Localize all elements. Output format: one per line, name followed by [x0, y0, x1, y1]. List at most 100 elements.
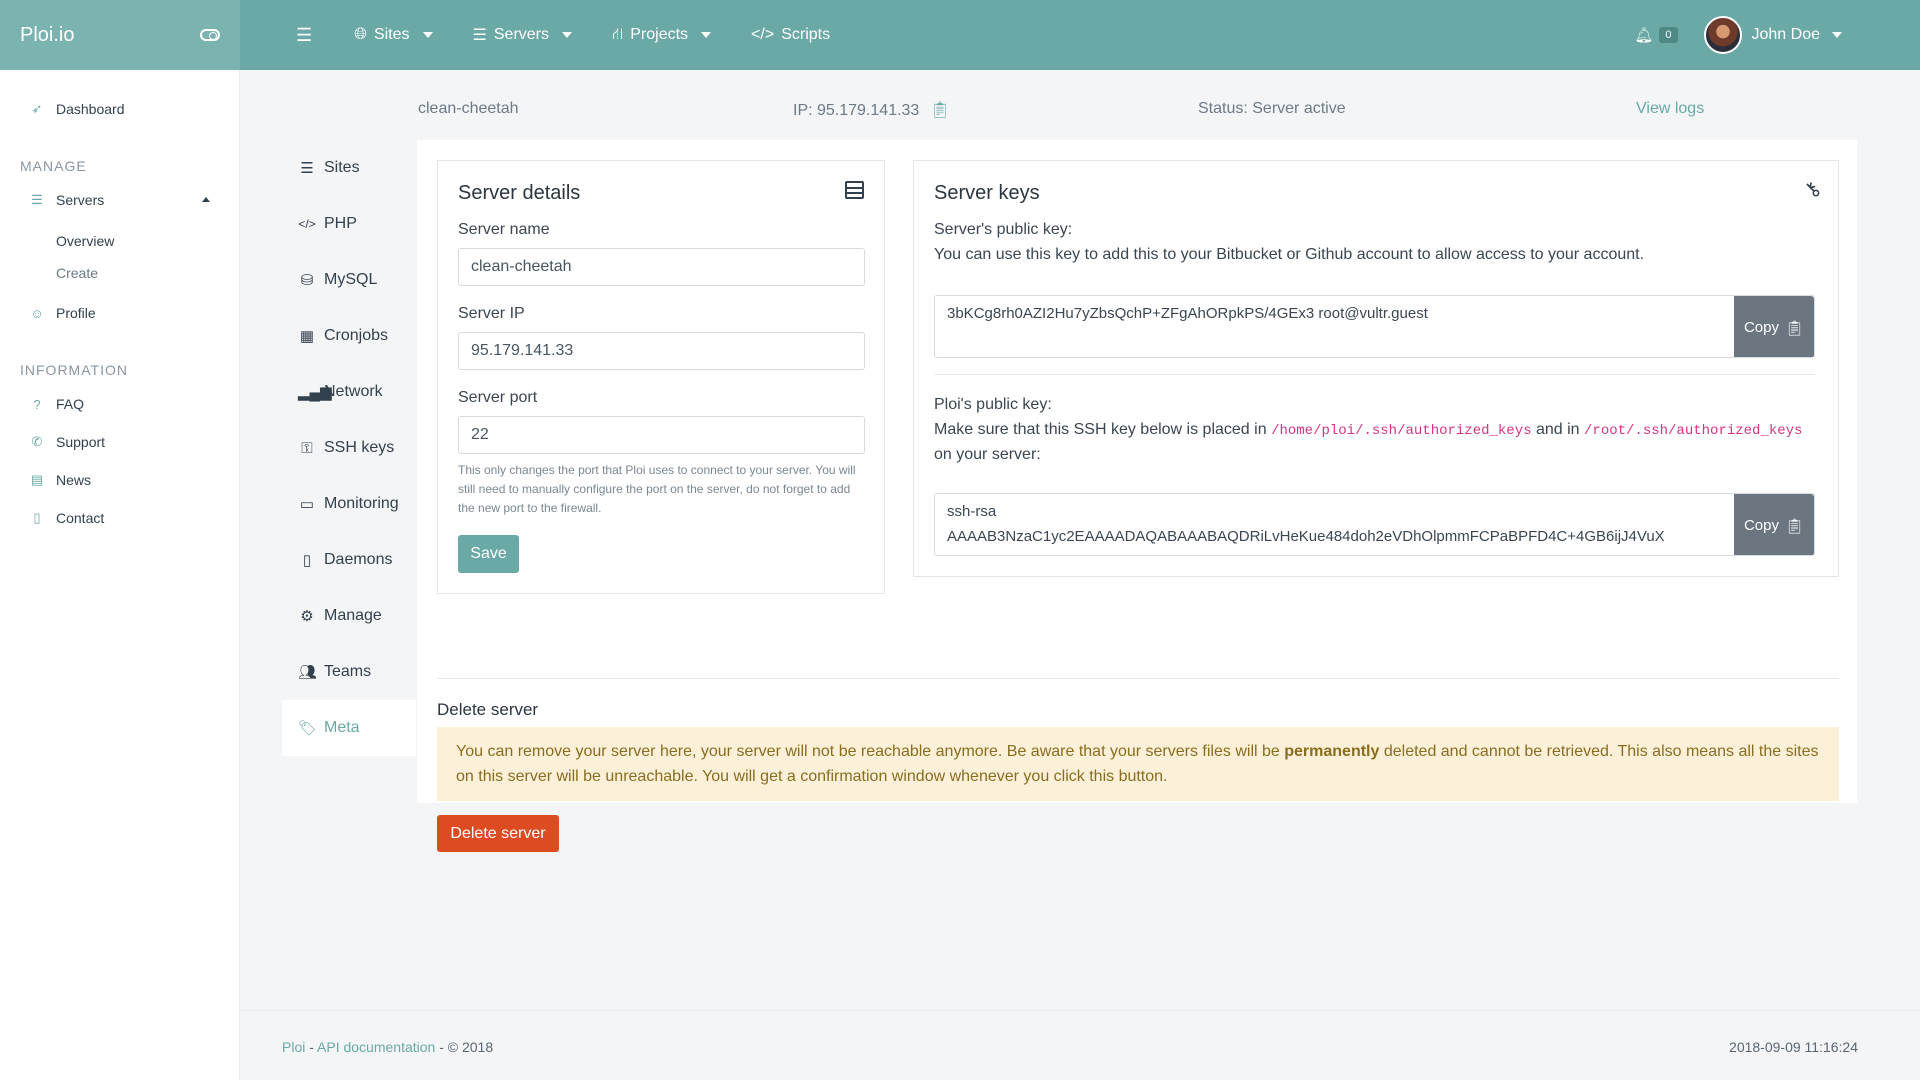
sidebar-item-servers[interactable]: ☰ Servers — [30, 189, 210, 211]
left-sidebar: ➶ Dashboard MANAGE ☰ Servers Overview Cr… — [0, 70, 240, 1080]
footer-separator: - — [305, 1039, 318, 1055]
globe-icon: 🌐︎ — [354, 26, 367, 43]
server-port-label: Server port — [458, 389, 538, 406]
sitemap-icon: ⛙ — [612, 26, 624, 43]
server-public-key-text: 3bKCg8rh0AZI2Hu7yZbsQchP+ZFgAhORpkPS/4GE… — [947, 305, 1428, 322]
code-icon: </> — [751, 26, 775, 43]
clipboard-icon[interactable]: 📋︎ — [930, 102, 950, 119]
server-info-bar: clean-cheetah IP: 95.179.141.33 📋︎ Statu… — [240, 100, 1920, 122]
gear-icon: ⚙ — [300, 608, 314, 625]
brand-logo[interactable]: Ploi.io — [20, 24, 74, 47]
tag-icon: 🏷︎ — [298, 720, 318, 737]
ploi-public-key-label: Ploi's public key: — [934, 396, 1052, 413]
nav-servers[interactable]: ☰ Servers — [473, 25, 572, 45]
hamburger-menu-icon[interactable]: ☰ — [296, 25, 312, 46]
subnav-ssh-keys[interactable]: ⚿ SSH keys — [282, 420, 416, 476]
view-logs-link[interactable]: View logs — [1636, 100, 1704, 118]
server-ip-input[interactable]: 95.179.141.33 — [458, 332, 865, 370]
notification-count-badge: 0 — [1659, 27, 1678, 43]
server-public-key-label: Server's public key: — [934, 221, 1073, 238]
sidebar-item-profile[interactable]: ☺ Profile — [30, 302, 96, 324]
subnav-network[interactable]: ▂▄▆ Network — [282, 364, 416, 420]
nav-scripts[interactable]: </> Scripts — [751, 26, 830, 44]
subnav-monitoring[interactable]: ▭ Monitoring — [282, 476, 416, 532]
copyright-text: - © 2018 — [435, 1039, 494, 1055]
divider — [437, 678, 1839, 679]
sidebar-item-faq[interactable]: ? FAQ — [30, 393, 84, 415]
save-button[interactable]: Save — [458, 535, 519, 573]
api-documentation-link[interactable]: API documentation — [317, 1039, 435, 1055]
nav-sites-label: Sites — [373, 26, 410, 43]
phone-icon: ✆ — [31, 434, 43, 449]
server-name-label: Server name — [458, 221, 550, 238]
clipboard-icon: 📋︎ — [1784, 319, 1805, 337]
subnav-sites[interactable]: ☰ Sites — [282, 140, 416, 196]
ploi-desc-text: and in — [1535, 421, 1580, 438]
contact-icon: ▯ — [33, 510, 41, 525]
ploi-link[interactable]: Ploi — [282, 1039, 305, 1055]
ploi-key-line-2: AAAAB3NzaC1yc2EAAAADAQABAAABAQDRiLvHeKue… — [947, 528, 1665, 545]
subnav-manage[interactable]: ⚙ Manage — [282, 588, 416, 644]
subnav-daemons[interactable]: ▯ Daemons — [282, 532, 416, 588]
sidebar-item-news[interactable]: ▤ News — [30, 469, 91, 491]
server-name-input[interactable]: clean-cheetah — [458, 248, 865, 286]
chevron-down-icon[interactable] — [1832, 32, 1842, 38]
server-port-input[interactable]: 22 — [458, 416, 865, 454]
footer: Ploi - API documentation - © 2018 2018-0… — [240, 1010, 1920, 1080]
server-keys-card: Server keys ⚷ Server's public key: You c… — [913, 160, 1839, 577]
section-heading-information: INFORMATION — [20, 362, 128, 378]
sidebar-item-label: Profile — [56, 305, 96, 321]
server-details-card: Server details Server name clean-cheetah… — [437, 160, 885, 594]
meta-panel: Server details Server name clean-cheetah… — [417, 140, 1857, 852]
divider — [934, 374, 1815, 375]
subnav-label: Network — [324, 383, 383, 400]
ploi-desc-text: Make sure that this SSH key below is pla… — [934, 421, 1267, 438]
server-icon — [845, 181, 864, 199]
key-icon: ⚿ — [301, 439, 313, 457]
server-status-text: Status: Server active — [1198, 100, 1346, 117]
subnav-label: Teams — [324, 663, 372, 680]
caret-down-icon — [422, 32, 433, 38]
mobile-icon: ▯ — [302, 552, 312, 569]
main-nav: ☰ 🌐︎ Sites ☰ Servers ⛙ Projects </> Scri… — [296, 25, 870, 46]
alert-emphasis: permanently — [1284, 743, 1380, 760]
desktop-icon: ▭ — [299, 496, 315, 513]
sidebar-subitem-create[interactable]: Create — [56, 262, 98, 284]
nav-sites[interactable]: 🌐︎ Sites — [354, 26, 433, 44]
clipboard-icon: 📋︎ — [1784, 517, 1805, 535]
subnav-label: Daemons — [324, 551, 393, 568]
copy-server-key-button[interactable]: Copy 📋︎ — [1734, 296, 1814, 357]
delete-warning-alert: You can remove your server here, your se… — [437, 727, 1839, 801]
copy-ploi-key-button[interactable]: Copy 📋︎ — [1734, 494, 1814, 555]
list-icon: ☰ — [300, 160, 314, 177]
nav-scripts-label: Scripts — [781, 26, 831, 43]
ploi-public-key-box[interactable]: ssh-rsa AAAAB3NzaC1yc2EAAAADAQABAAABAQDR… — [934, 493, 1815, 556]
sidebar-item-dashboard[interactable]: ➶ Dashboard — [30, 98, 125, 120]
sidebar-subitem-overview[interactable]: Overview — [56, 230, 114, 252]
sidebar-item-contact[interactable]: ▯ Contact — [30, 507, 104, 529]
subnav-cronjobs[interactable]: ▦ Cronjobs — [282, 308, 416, 364]
server-public-key-box[interactable]: ssh-rsa AAAAB3NzaC1yc2EAAAADAQABAAABAQ 3… — [934, 295, 1815, 358]
subnav-label: PHP — [324, 215, 357, 232]
caret-down-icon — [701, 32, 712, 38]
sidebar-item-support[interactable]: ✆ Support — [30, 431, 106, 453]
delete-server-button[interactable]: Delete server — [437, 815, 559, 852]
avatar[interactable] — [1703, 16, 1742, 54]
subnav-label: Cronjobs — [324, 327, 389, 344]
subnav-label: SSH keys — [324, 439, 395, 456]
footer-timestamp: 2018-09-09 11:16:24 — [1729, 1039, 1858, 1055]
subnav-php[interactable]: </> PHP — [282, 196, 416, 252]
nav-projects[interactable]: ⛙ Projects — [612, 25, 712, 45]
user-name[interactable]: John Doe — [1752, 26, 1821, 44]
brand-area: Ploi.io — [0, 0, 240, 70]
bell-icon[interactable]: 🔔︎ — [1634, 26, 1653, 44]
subnav-meta[interactable]: 🏷︎ Meta — [282, 700, 416, 756]
copy-label: Copy — [1743, 319, 1779, 336]
subnav-teams[interactable]: 👥︎ Teams — [282, 644, 416, 700]
subnav-mysql[interactable]: ⛁ MySQL — [282, 252, 416, 308]
ploi-key-line-1: ssh-rsa — [947, 503, 997, 520]
server-details-title: Server details — [458, 182, 581, 204]
calendar-icon: ▦ — [299, 328, 315, 345]
toggle-icon[interactable] — [200, 29, 220, 41]
subnav-label: Meta — [324, 719, 360, 736]
